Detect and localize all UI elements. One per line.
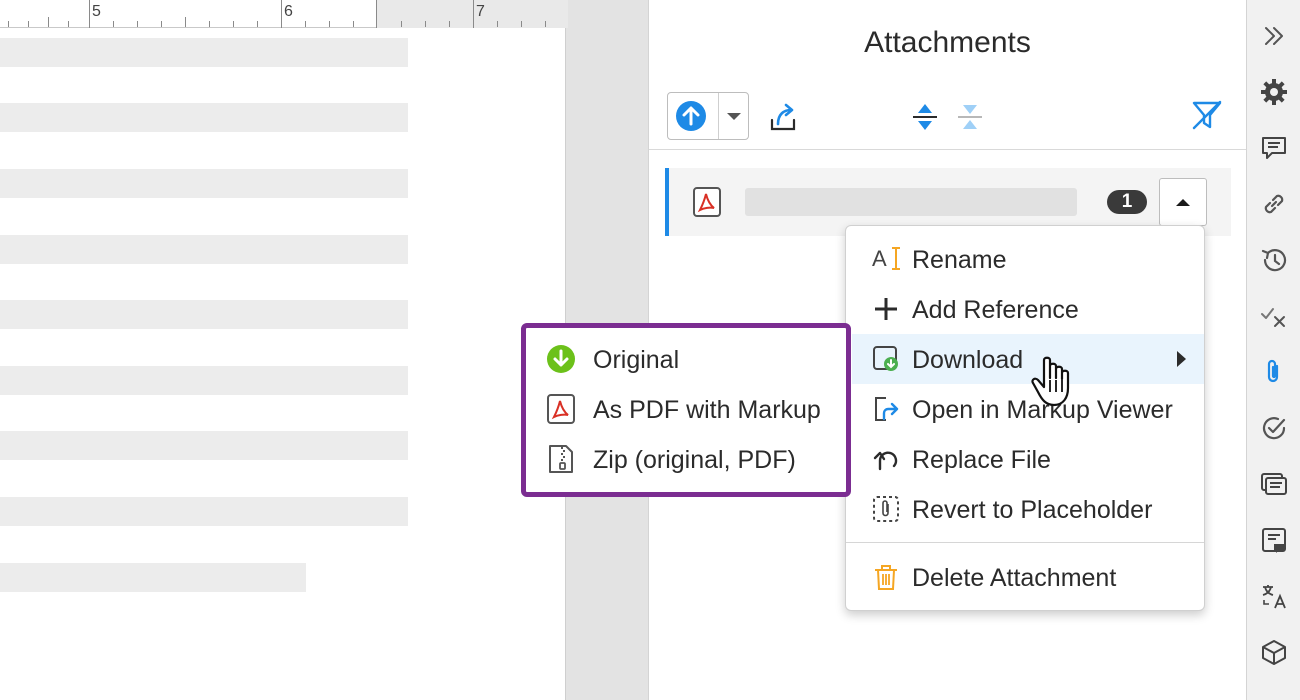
text-placeholder-line	[0, 366, 408, 395]
text-placeholder-line	[0, 103, 408, 132]
text-placeholder-line	[0, 235, 408, 264]
ruler-label-5: 5	[92, 3, 101, 20]
text-placeholder-line	[0, 38, 408, 67]
collapse-panel-button[interactable]	[1260, 22, 1288, 50]
menu-item-replace-file[interactable]: Replace File	[852, 434, 1204, 484]
upload-dropdown-button[interactable]	[719, 93, 749, 139]
menu-item-label: Rename	[912, 246, 1007, 274]
submenu-item-original[interactable]: Original	[536, 334, 836, 384]
download-submenu: Original As PDF with Markup Zip (origina…	[521, 323, 851, 497]
download-circle-icon	[546, 344, 576, 374]
comments-list-icon	[1261, 473, 1287, 495]
menu-item-download[interactable]: Download	[852, 334, 1204, 384]
ruler: 5 6 7	[0, 0, 568, 28]
svg-text:A: A	[872, 246, 887, 271]
submenu-item-as-pdf-with-markup[interactable]: As PDF with Markup	[536, 384, 836, 434]
menu-item-open-in-markup-viewer[interactable]: Open in Markup Viewer	[852, 384, 1204, 434]
submenu-item-zip[interactable]: Zip (original, PDF)	[536, 434, 836, 484]
open-external-icon	[872, 395, 900, 423]
paperclip-icon	[1267, 359, 1279, 383]
text-placeholder-line	[0, 497, 408, 526]
panel-title: Attachments	[864, 26, 1031, 59]
translate-button[interactable]	[1260, 582, 1288, 610]
menu-item-label: Revert to Placeholder	[912, 496, 1153, 524]
gear-icon	[1261, 79, 1287, 105]
3d-model-button[interactable]	[1260, 638, 1288, 666]
collapse-panel-icon	[1265, 27, 1283, 45]
menu-item-rename[interactable]: A Rename	[852, 234, 1204, 284]
placeholder-icon	[872, 495, 900, 523]
menu-item-label: Add Reference	[912, 296, 1079, 324]
submenu-arrow-icon	[1174, 349, 1188, 369]
upload-button[interactable]	[668, 93, 718, 139]
submenu-item-label: As PDF with Markup	[593, 396, 821, 424]
pdf-file-icon	[546, 394, 576, 424]
menu-item-delete-attachment[interactable]: Delete Attachment	[852, 552, 1204, 602]
notes-button[interactable]	[1260, 526, 1288, 554]
expand-all-button[interactable]	[908, 100, 942, 134]
comment-list-button[interactable]	[1260, 470, 1288, 498]
tasks-button[interactable]	[1260, 414, 1288, 442]
review-button[interactable]	[1260, 302, 1288, 330]
attachments-toolbar	[649, 84, 1247, 150]
ruler-label-6: 6	[284, 3, 293, 20]
note-icon	[1262, 528, 1286, 553]
right-sidebar	[1246, 0, 1300, 700]
share-button[interactable]	[766, 100, 800, 134]
submenu-item-label: Original	[593, 346, 680, 374]
reference-count-badge: 1	[1107, 190, 1147, 214]
comment-icon	[1262, 137, 1286, 159]
hand-cursor-icon	[1030, 356, 1082, 410]
plus-icon	[872, 295, 900, 323]
rename-icon: A	[872, 245, 900, 273]
app-root: 5 6 7 Attachments 1 A Rename Add Referen…	[0, 0, 1300, 700]
text-placeholder-line	[0, 300, 408, 329]
attachments-button[interactable]	[1260, 358, 1288, 386]
download-icon	[872, 345, 900, 373]
text-placeholder-line	[0, 563, 306, 592]
trash-icon	[872, 563, 900, 591]
caret-up-icon	[1176, 199, 1190, 206]
filter-toggle-button[interactable]	[1190, 98, 1224, 132]
link-icon	[1264, 194, 1284, 214]
menu-item-label: Replace File	[912, 446, 1051, 474]
expand-all-icon	[913, 104, 937, 130]
pdf-file-icon	[691, 186, 723, 218]
check-circle-icon	[1262, 417, 1286, 440]
upload-split-button	[667, 92, 749, 140]
filter-off-icon	[1192, 100, 1222, 130]
text-placeholder-line	[0, 431, 408, 460]
menu-divider	[846, 542, 1204, 543]
attachment-menu-toggle[interactable]	[1159, 178, 1207, 226]
ruler-label-7: 7	[476, 3, 485, 20]
text-placeholder-line	[0, 169, 408, 198]
comments-button[interactable]	[1260, 134, 1288, 162]
history-button[interactable]	[1260, 246, 1288, 274]
links-button[interactable]	[1260, 190, 1288, 218]
ruler-margin	[376, 0, 568, 28]
document-page[interactable]	[0, 28, 566, 700]
attachment-name-placeholder	[745, 188, 1077, 216]
zip-file-icon	[546, 444, 576, 474]
caret-down-icon	[727, 113, 741, 120]
menu-item-add-reference[interactable]: Add Reference	[852, 284, 1204, 334]
submenu-item-label: Zip (original, PDF)	[593, 446, 796, 474]
cube-icon	[1262, 640, 1286, 665]
menu-item-label: Download	[912, 346, 1024, 374]
replace-undo-icon	[872, 445, 900, 473]
collapse-all-button[interactable]	[953, 100, 987, 134]
upload-circle-icon	[676, 101, 706, 131]
collapse-all-icon	[958, 105, 982, 129]
menu-item-label: Delete Attachment	[912, 564, 1117, 592]
translate-icon	[1262, 585, 1286, 609]
history-icon	[1261, 249, 1287, 272]
check-cross-icon	[1261, 308, 1285, 327]
settings-button[interactable]	[1260, 78, 1288, 106]
menu-item-revert-to-placeholder[interactable]: Revert to Placeholder	[852, 484, 1204, 534]
attachment-context-menu: A Rename Add Reference Download Open in …	[845, 225, 1205, 611]
share-export-icon	[770, 103, 796, 131]
